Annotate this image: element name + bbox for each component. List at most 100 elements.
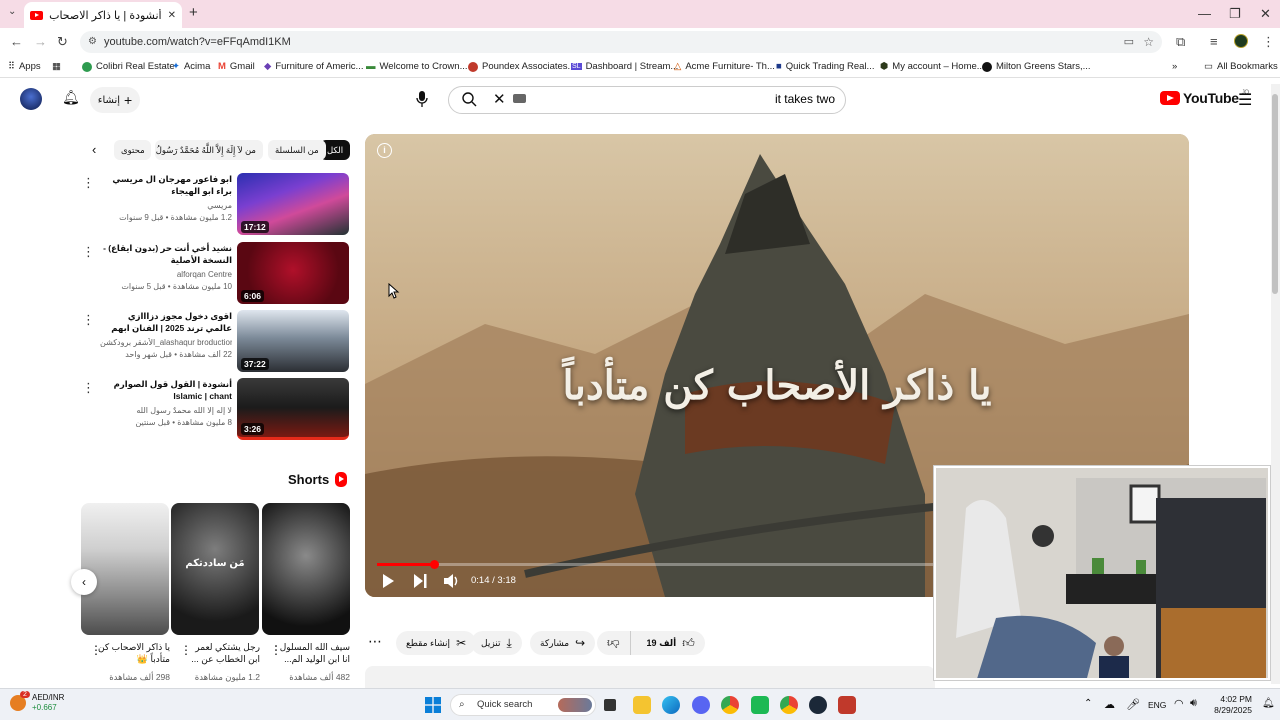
video-channel[interactable]: الأشقر برودكشن_alashaqur broduction: [100, 338, 232, 347]
video-thumbnail[interactable]: 17:12: [237, 173, 349, 235]
bookmark-crown[interactable]: ▬ Welcome to Crown...: [366, 61, 468, 72]
video-channel[interactable]: alforqan Centre: [100, 270, 232, 279]
reading-list-icon[interactable]: ≡: [1210, 34, 1218, 49]
related-video[interactable]: ⋮ نشيد أخي أنت حر (بدون ايقاع) - النسخة …: [82, 242, 352, 306]
short-thumbnail[interactable]: مَن ساددتكم: [171, 503, 259, 635]
voice-search-icon[interactable]: [416, 90, 428, 108]
bookmark-poundex[interactable]: Poundex Associates...: [468, 61, 575, 72]
extensions-icon[interactable]: ⧉: [1176, 34, 1185, 50]
keyboard-icon[interactable]: [513, 94, 526, 103]
bookmarks-overflow-icon[interactable]: »: [1172, 61, 1177, 72]
create-button[interactable]: إنشاء +: [90, 87, 140, 113]
bookmark-star-icon[interactable]: ☆: [1143, 31, 1154, 53]
bookmark-milton[interactable]: Milton Greens Stars,...: [982, 61, 1091, 72]
clock[interactable]: 4:02 PM 8/29/2025: [1210, 694, 1252, 716]
bookmark-apps[interactable]: ⠿ Apps: [8, 61, 41, 72]
video-thumbnail[interactable]: 37:22: [237, 310, 349, 372]
install-app-icon[interactable]: ▭: [1124, 31, 1134, 53]
app-icon-red[interactable]: [838, 696, 856, 714]
guide-menu-icon[interactable]: ☰: [1238, 90, 1252, 110]
browser-tab-active[interactable]: أنشودة | يا ذاكر الاصحاب كن متأدباً ✕: [24, 2, 182, 28]
video-menu-icon[interactable]: ⋮: [82, 312, 95, 328]
volume-icon[interactable]: [444, 574, 460, 593]
account-avatar[interactable]: [20, 88, 42, 110]
scrollbar-thumb[interactable]: [1272, 94, 1278, 294]
notifications-bell-icon[interactable]: 🔔︎: [62, 89, 80, 106]
tray-overflow-icon[interactable]: ⌃: [1084, 698, 1092, 709]
profile-avatar[interactable]: [1234, 34, 1248, 48]
youtube-logo[interactable]: YouTube JO: [1160, 90, 1249, 106]
reload-icon[interactable]: ↻: [57, 34, 68, 50]
stock-widget[interactable]: 2 AED/INR +0.667: [10, 691, 64, 713]
language-indicator[interactable]: ENG: [1148, 700, 1166, 710]
discord-icon[interactable]: [692, 696, 710, 714]
chip-content[interactable]: محتوى: [114, 140, 151, 160]
shorts-scroll-left-button[interactable]: ‹: [71, 569, 97, 595]
chrome-icon-1[interactable]: [721, 696, 739, 714]
microphone-tray-icon[interactable]: 🎤︎: [1126, 698, 1140, 711]
search-icon[interactable]: [461, 91, 477, 110]
video-title[interactable]: اقوى دخول مجوز دزااازي عالمي ترند 2025 |…: [100, 310, 232, 335]
clear-search-icon[interactable]: ✕: [493, 90, 506, 108]
video-title[interactable]: ابو فاعور مهرجان ال مريسي براء ابو الهيج…: [100, 173, 232, 197]
video-info-icon[interactable]: i: [377, 143, 392, 158]
bookmark-acme[interactable]: △ Acme Furniture- Th...: [674, 61, 775, 72]
like-button[interactable]: 19 ألف 👍︎: [637, 631, 705, 655]
video-channel[interactable]: مريسي: [100, 201, 232, 210]
bookmark-acima[interactable]: ✦ Acima: [172, 61, 210, 72]
back-arrow-icon[interactable]: ←: [10, 34, 23, 49]
short-title[interactable]: سيف الله المسلول : انا ابن الوليد الم...: [272, 641, 350, 665]
app-icon-green[interactable]: [751, 696, 769, 714]
chrome-icon-2[interactable]: [780, 696, 798, 714]
dislike-button[interactable]: 👍︎: [597, 631, 631, 655]
bookmark-dashboard[interactable]: SL Dashboard | Stream...: [571, 61, 678, 72]
notifications-icon[interactable]: 🔔︎: [1262, 698, 1275, 709]
search-input[interactable]: [535, 92, 835, 106]
related-video[interactable]: ⋮ اقوى دخول مجوز دزااازي عالمي ترند 2025…: [82, 310, 352, 374]
related-video[interactable]: ⋮ ابو فاعور مهرجان ال مريسي براء ابو اله…: [82, 173, 352, 237]
task-view-icon[interactable]: [604, 699, 616, 711]
all-bookmarks[interactable]: ▭ All Bookmarks: [1204, 61, 1278, 72]
video-menu-icon[interactable]: ⋮: [82, 175, 95, 191]
related-video[interactable]: ⋮ أنشودة | القول قول الصوارم Islamic | c…: [82, 378, 352, 442]
download-button[interactable]: تنزيل ⤓: [471, 631, 522, 655]
play-button[interactable]: [383, 574, 394, 588]
tab-search-icon[interactable]: ⌄: [8, 6, 16, 17]
next-button[interactable]: [414, 574, 427, 593]
bookmark-gmail[interactable]: M Gmail: [218, 61, 255, 72]
taskbar-search[interactable]: ⌕ Quick search: [450, 694, 596, 716]
video-menu-icon[interactable]: ⋮: [82, 380, 95, 396]
address-bar[interactable]: ⚙ youtube.com/watch?v=eFFqAmdI1KM ▭ ☆: [80, 31, 1162, 53]
speaker-icon[interactable]: 🔊︎: [1190, 697, 1197, 710]
tab-close-icon[interactable]: ✕: [168, 10, 176, 21]
short-title[interactable]: رجل يشتكي لعمر ابن الخطاب عن ...: [182, 641, 260, 665]
video-menu-icon[interactable]: ⋮: [82, 244, 95, 260]
video-thumbnail[interactable]: 6:06: [237, 242, 349, 304]
more-actions-button[interactable]: ⋯: [368, 633, 382, 650]
file-explorer-icon[interactable]: [633, 696, 651, 714]
steam-icon[interactable]: [809, 696, 827, 714]
bookmark-colibri[interactable]: Colibri Real Estate: [82, 61, 175, 72]
page-scrollbar[interactable]: [1271, 84, 1280, 684]
progress-scrubber[interactable]: [429, 560, 439, 569]
bookmark-quick-trading[interactable]: ■ Quick Trading Real...: [776, 61, 874, 72]
clip-button[interactable]: إنشاء مقطع ✂: [396, 631, 477, 655]
description-box[interactable]: [365, 666, 935, 688]
bookmark-furniture-of-america[interactable]: ◆ Furniture of Americ...: [264, 61, 363, 72]
start-windows-icon[interactable]: [425, 697, 441, 718]
chip-from-series[interactable]: من السلسلة: [268, 140, 326, 160]
chrome-menu-icon[interactable]: ⋮: [1262, 34, 1275, 50]
forward-arrow-icon[interactable]: →: [34, 34, 47, 49]
share-button[interactable]: مشاركة ↪: [530, 631, 596, 655]
video-title[interactable]: نشيد أخي أنت حر (بدون ايقاع) - النسخة ال…: [100, 242, 232, 266]
video-title[interactable]: أنشودة | القول قول الصوارم Islamic | cha…: [100, 378, 232, 402]
wifi-icon[interactable]: ◠: [1174, 697, 1184, 710]
chips-scroll-left-icon[interactable]: ‹: [92, 142, 96, 157]
chip-from-channel[interactable]: من لاَ إِلَهَ إِلاَّ اللَّهُ مُحَمَّدٌ ر…: [155, 140, 263, 160]
onedrive-icon[interactable]: ☁: [1104, 698, 1115, 711]
maximize-button[interactable]: ❐: [1229, 6, 1241, 22]
edge-icon[interactable]: [662, 696, 680, 714]
bookmark-grid-menu[interactable]: ▦: [52, 61, 61, 72]
bookmark-my-account[interactable]: ⬢ My account – Home...: [880, 61, 985, 72]
close-window-button[interactable]: ✕: [1260, 6, 1271, 22]
